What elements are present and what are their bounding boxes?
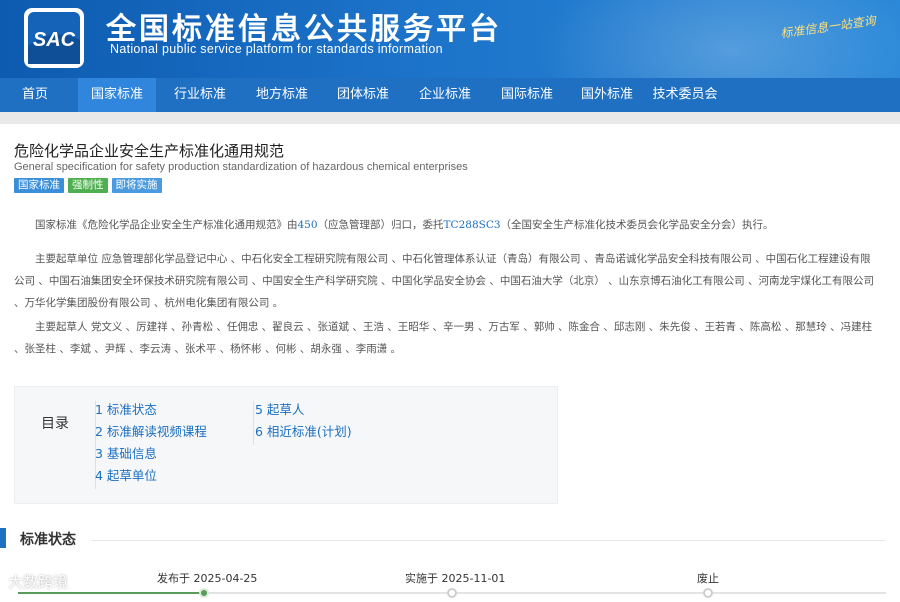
timeline-label-abolished: 废止 — [697, 572, 719, 585]
section-title-status: 标准状态 — [20, 532, 76, 548]
toc-item-drafting-units[interactable]: 4 起草单位 — [95, 465, 207, 487]
badge-upcoming: 即将实施 — [111, 178, 162, 193]
section-divider — [92, 540, 886, 541]
timeline-track — [204, 592, 886, 594]
committee-text-mid: （应急管理部）归口，委托 — [317, 219, 444, 231]
toc-column-2: 5 起草人 6 相近标准(计划) — [255, 399, 352, 443]
site-subtitle: National public service platform for sta… — [110, 42, 443, 56]
committee-text-prefix: 国家标准《危险化学品企业安全生产标准化通用规范》由 — [35, 219, 298, 231]
standard-title-en: General specification for safety product… — [14, 161, 468, 173]
toc-item-basic-info[interactable]: 3 基础信息 — [95, 443, 207, 465]
committee-paragraph: 国家标准《危险化学品企业安全生产标准化通用规范》由450（应急管理部）归口，委托… — [14, 214, 876, 236]
committee-link-tc288sc3[interactable]: TC288SC3 — [444, 219, 501, 231]
toc-item-drafters[interactable]: 5 起草人 — [255, 399, 352, 421]
nav-item-group-standards[interactable]: 团体标准 — [322, 78, 404, 112]
nav-shadow-strip — [0, 112, 900, 124]
drafting-units-paragraph: 主要起草单位 应急管理部化学品登记中心 、中石化安全工程研究院有限公司 、中石化… — [14, 253, 875, 309]
nav-item-international-standards[interactable]: 国际标准 — [486, 78, 568, 112]
sac-logo[interactable]: SAC — [22, 6, 86, 70]
standard-title: 危险化学品企业安全生产标准化通用规范 — [14, 142, 285, 160]
watermark: 大数跨境 — [8, 573, 69, 591]
toc-item-standard-status[interactable]: 1 标准状态 — [95, 399, 207, 421]
nav-item-home[interactable]: 首页 — [0, 78, 70, 112]
main-nav: 首页 国家标准 行业标准 地方标准 团体标准 企业标准 国际标准 国外标准 技术… — [0, 78, 900, 112]
timeline-dot-published — [199, 588, 209, 598]
nav-item-national-standards[interactable]: 国家标准 — [78, 78, 156, 112]
standard-badges: 国家标准 强制性 即将实施 — [14, 178, 162, 193]
toc-label: 目录 — [41, 416, 69, 432]
toc-column-1: 1 标准状态 2 标准解读视频课程 3 基础信息 4 起草单位 — [95, 399, 207, 487]
toc-item-video-course[interactable]: 2 标准解读视频课程 — [95, 421, 207, 443]
banner-glow — [520, 0, 900, 78]
nav-item-industry-standards[interactable]: 行业标准 — [158, 78, 242, 112]
toc-item-similar-standards[interactable]: 6 相近标准(计划) — [255, 421, 352, 443]
nav-item-enterprise-standards[interactable]: 企业标准 — [404, 78, 486, 112]
toc-column-divider — [253, 401, 254, 445]
timeline-label-effective: 实施于 2025-11-01 — [405, 572, 506, 585]
section-marker — [0, 528, 6, 548]
nav-item-technical-committees[interactable]: 技术委员会 — [646, 78, 724, 112]
timeline-progress — [18, 592, 204, 594]
timeline-label-published: 发布于 2025-04-25 — [157, 572, 258, 585]
timeline-dot-abolished — [703, 588, 713, 598]
badge-mandatory: 强制性 — [68, 178, 108, 193]
committee-link-450[interactable]: 450 — [298, 219, 318, 231]
logo-text: SAC — [33, 29, 76, 51]
committee-text-suffix: （全国安全生产标准化技术委员会化学品安全分会）执行。 — [500, 219, 774, 231]
site-banner: SAC 全国标准信息公共服务平台 National public service… — [0, 0, 900, 78]
standard-detail: 危险化学品企业安全生产标准化通用规范 General specification… — [0, 124, 900, 602]
drafters-paragraph: 主要起草人 党文义 、厉建祥 、孙青松 、任佣忠 、翟良云 、张道斌 、王浩 、… — [14, 321, 873, 355]
table-of-contents: 目录 1 标准状态 2 标准解读视频课程 3 基础信息 4 起草单位 5 起草人… — [14, 386, 558, 504]
badge-national-standard: 国家标准 — [14, 178, 64, 193]
nav-item-foreign-standards[interactable]: 国外标准 — [568, 78, 646, 112]
timeline-dot-effective — [447, 588, 457, 598]
nav-item-local-standards[interactable]: 地方标准 — [242, 78, 322, 112]
